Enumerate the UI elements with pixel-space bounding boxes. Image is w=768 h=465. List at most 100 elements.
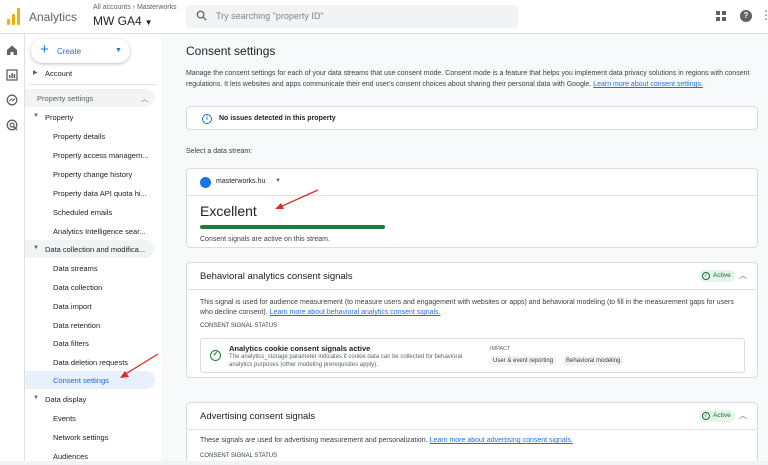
- check-circle-icon: ✓: [702, 272, 710, 280]
- learn-more-consent-link[interactable]: Learn more about consent settings.: [593, 81, 703, 88]
- nav-property-group-label: Property: [45, 113, 74, 122]
- nav-property-data-api-quota[interactable]: Property data API quota hi...: [25, 184, 156, 202]
- nav-account[interactable]: ▶ Account: [25, 64, 156, 82]
- nav-item-label: Consent settings: [53, 376, 109, 385]
- chevron-down-icon: ▼: [115, 47, 122, 54]
- advertising-consent-card: Advertising consent signals ✓ Active ︿ T…: [186, 402, 758, 461]
- advertising-icon[interactable]: [6, 119, 18, 131]
- nav-data-collection[interactable]: Data collection: [25, 278, 156, 296]
- advertising-description-text: These signals are used for advertising m…: [200, 437, 428, 444]
- impact-chip: Behavioral modeling: [563, 356, 624, 366]
- chevron-down-icon: ▼: [144, 18, 153, 27]
- nav-item-label: Property details: [53, 132, 106, 141]
- info-banner-text: No issues detected in this property: [219, 115, 336, 122]
- nav-account-label: Account: [45, 69, 73, 78]
- top-app-bar: Analytics All accounts › Masterworks MW …: [0, 0, 768, 34]
- search-bar[interactable]: Try searching "property ID": [186, 5, 518, 28]
- create-button[interactable]: + Create ▼: [31, 39, 130, 63]
- consent-signal-status-label: CONSENT SIGNAL STATUS: [200, 453, 278, 459]
- nav-property-settings[interactable]: Property settings ︿: [25, 89, 154, 107]
- help-icon[interactable]: ?: [740, 10, 752, 22]
- expand-right-icon: ▶: [33, 70, 38, 76]
- expand-down-icon: ▼: [33, 245, 39, 251]
- divider: [187, 429, 757, 430]
- main-content: Consent settings Manage the consent sett…: [161, 34, 768, 461]
- search-icon: [196, 10, 207, 21]
- analytics-logo[interactable]: [7, 7, 21, 25]
- home-icon[interactable]: [6, 44, 18, 56]
- explore-icon[interactable]: [6, 94, 18, 106]
- behavioral-consent-card: Behavioral analytics consent signals ✓ A…: [186, 262, 758, 378]
- nav-data-import[interactable]: Data import: [25, 297, 156, 315]
- consent-signal-status-label: CONSENT SIGNAL STATUS: [200, 323, 278, 329]
- nav-consent-settings[interactable]: Consent settings: [25, 371, 155, 389]
- impact-label: IMPACT: [490, 346, 511, 352]
- property-name: MW GA4: [93, 14, 142, 28]
- chevron-up-icon[interactable]: ︿: [739, 270, 747, 281]
- stream-status-card: masterworks.hu ▼ Excellent Consent signa…: [186, 168, 758, 248]
- reports-icon[interactable]: [6, 69, 18, 81]
- search-placeholder: Try searching "property ID": [216, 11, 324, 21]
- more-vert-icon[interactable]: ⋮: [760, 9, 768, 21]
- behavioral-description: This signal is used for audience measure…: [200, 298, 748, 318]
- nav-analytics-intelligence[interactable]: Analytics Intelligence sear...: [25, 222, 156, 240]
- behavioral-title: Behavioral analytics consent signals: [200, 271, 353, 282]
- status-bar: [200, 225, 385, 229]
- nav-property-change-history[interactable]: Property change history: [25, 165, 156, 183]
- nav-data-retention[interactable]: Data retention: [25, 316, 156, 334]
- nav-scheduled-emails[interactable]: Scheduled emails: [25, 203, 156, 221]
- nav-data-display-group[interactable]: ▼ Data display: [25, 390, 156, 408]
- nav-item-label: Property data API quota hi...: [53, 189, 147, 198]
- stream-name: masterworks.hu: [216, 178, 266, 185]
- nav-network-settings[interactable]: Network settings: [25, 428, 156, 446]
- create-button-label: Create: [57, 47, 82, 56]
- nav-item-label: Analytics Intelligence sear...: [53, 227, 146, 236]
- nav-item-label: Scheduled emails: [53, 208, 113, 217]
- nav-data-collection-group[interactable]: ▼ Data collection and modifica...: [25, 240, 154, 258]
- nav-data-streams[interactable]: Data streams: [25, 259, 156, 277]
- property-selector[interactable]: MW GA4 ▼: [93, 14, 153, 28]
- behavioral-learn-more-link[interactable]: Learn more about behavioral analytics co…: [270, 309, 441, 316]
- badge-label: Active: [713, 412, 731, 419]
- nav-property-group[interactable]: ▼ Property: [25, 108, 156, 126]
- stream-selector[interactable]: masterworks.hu ▼: [187, 169, 297, 195]
- divider: [187, 289, 757, 290]
- nav-item-label: Data deletion requests: [53, 358, 129, 367]
- nav-item-label: Property access managem...: [53, 151, 149, 160]
- nav-item-label: Audiences: [53, 452, 89, 461]
- check-circle-icon: ✓: [210, 350, 221, 361]
- plus-icon: +: [40, 41, 49, 58]
- nav-property-access-management[interactable]: Property access managem...: [25, 146, 156, 164]
- check-circle-icon: ✓: [702, 412, 710, 420]
- status-caption: Consent signals are active on this strea…: [200, 236, 330, 243]
- account-breadcrumb[interactable]: All accounts › Masterworks: [93, 4, 177, 11]
- status-badge: ✓ Active: [699, 410, 735, 422]
- info-icon: i: [202, 114, 212, 124]
- apps-grid-icon[interactable]: [716, 11, 727, 22]
- nav-data-filters[interactable]: Data filters: [25, 334, 156, 352]
- nav-property-details[interactable]: Property details: [25, 127, 156, 145]
- nav-item-label: Data filters: [53, 339, 89, 348]
- advertising-learn-more-link[interactable]: Learn more about advertising consent sig…: [430, 437, 573, 444]
- status-heading: Excellent: [200, 203, 257, 219]
- analytics-signal-row: ✓ Analytics cookie consent signals activ…: [200, 338, 745, 373]
- nav-item-label: Data import: [53, 302, 92, 311]
- impact-chip: User & event reporting: [490, 356, 557, 366]
- nav-item-label: Data streams: [53, 264, 98, 273]
- nav-item-label: Data collection: [53, 283, 103, 292]
- nav-events[interactable]: Events: [25, 409, 156, 427]
- info-banner: i No issues detected in this property: [186, 106, 758, 130]
- nav-property-settings-label: Property settings: [37, 94, 94, 103]
- page-description: Manage the consent settings for each of …: [186, 68, 758, 90]
- status-badge: ✓ Active: [699, 270, 735, 282]
- advertising-title: Advertising consent signals: [200, 411, 316, 422]
- nav-audiences[interactable]: Audiences: [25, 447, 156, 465]
- expand-down-icon: ▼: [33, 395, 39, 401]
- nav-item-label: Data retention: [53, 321, 101, 330]
- signal-description: The analytics_storage parameter indicate…: [229, 354, 463, 368]
- nav-data-deletion-requests[interactable]: Data deletion requests: [25, 353, 156, 371]
- chevron-up-icon[interactable]: ︿: [739, 410, 747, 421]
- app-name: Analytics: [29, 10, 78, 24]
- select-stream-label: Select a data stream:: [186, 148, 253, 155]
- admin-side-nav: + Create ▼ ▶ Account Property settings ︿…: [25, 34, 161, 461]
